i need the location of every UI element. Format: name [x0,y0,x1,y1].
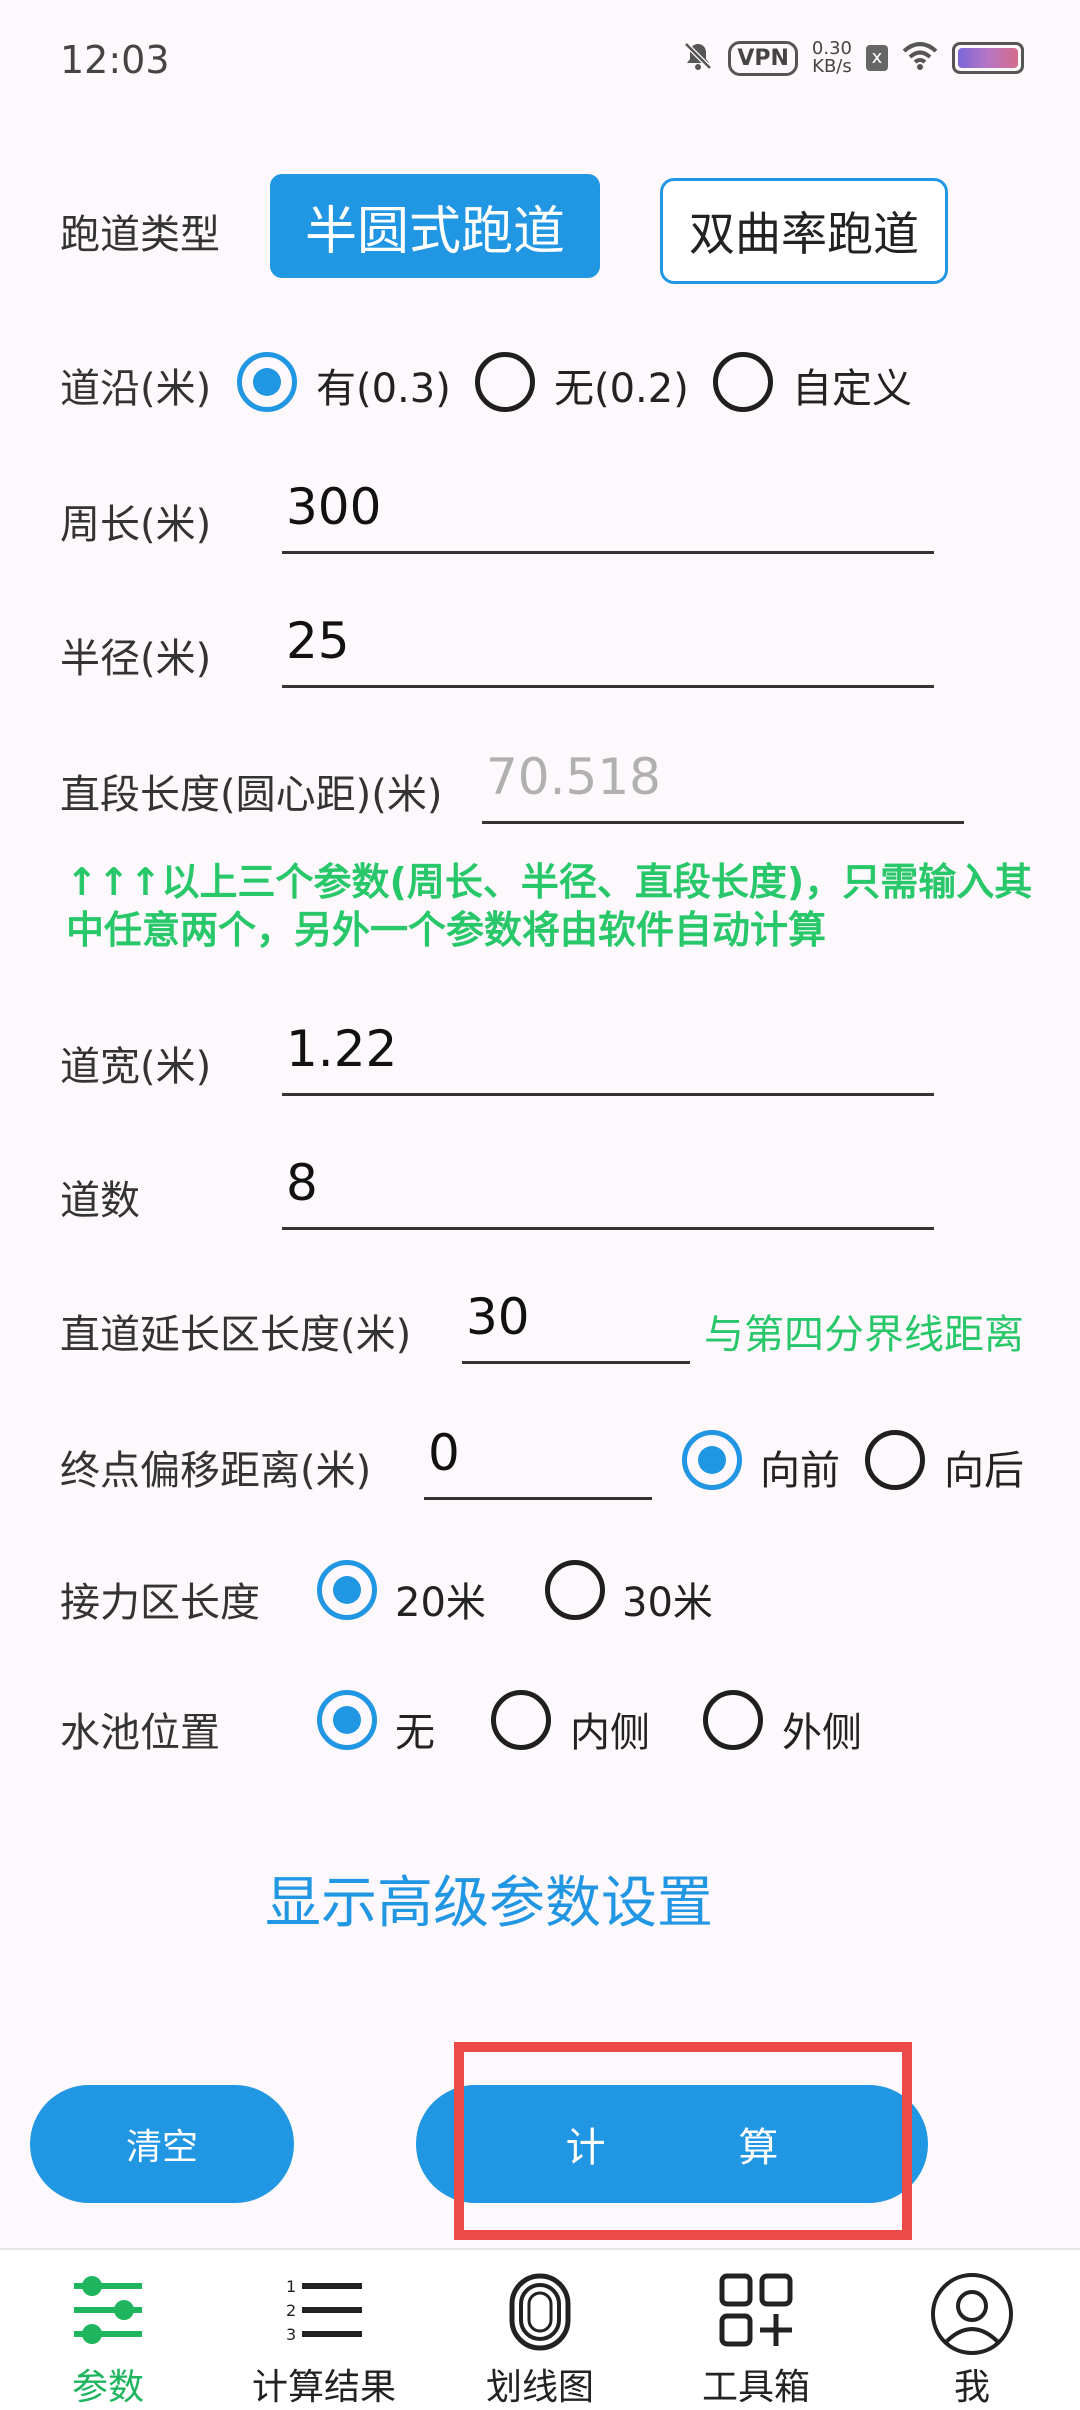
pool-none-radio[interactable] [317,1690,377,1750]
lane-width-input[interactable]: 1.22 [282,1020,934,1096]
finish-offset-label: 终点偏移距离(米) [60,1448,372,1494]
extension-input[interactable]: 30 [462,1288,690,1364]
curb-label: 道沿(米) [60,366,212,412]
nav-label-drawing: 划线图 [485,2367,594,2408]
curb-radio-no[interactable] [475,352,535,412]
x-badge-icon: x [866,45,888,71]
nav-label-params: 参数 [71,2367,144,2408]
clear-button[interactable]: 清空 [30,2085,294,2203]
relay-30-radio[interactable] [545,1560,605,1620]
pool-outer-option[interactable]: 外侧 [782,1700,862,1758]
finish-forward-radio[interactable] [682,1430,742,1490]
finish-backward-radio[interactable] [865,1430,925,1490]
curb-radio-yes[interactable] [237,352,297,412]
curb-option-custom[interactable]: 自定义 [792,356,912,414]
lane-width-label: 道宽(米) [60,1044,212,1090]
svg-text:1: 1 [286,2277,296,2296]
pool-none-option[interactable]: 无 [395,1700,435,1758]
track-type-label: 跑道类型 [60,212,220,258]
relay-20-radio[interactable] [317,1560,377,1620]
extension-label: 直道延长区长度(米) [60,1312,412,1358]
extension-hint: 与第四分界线距离 [704,1312,1024,1358]
nav-item-me[interactable]: 我 [864,2250,1080,2410]
finish-forward-option[interactable]: 向前 [760,1438,840,1496]
status-icons: VPN 0.30 KB/s x [682,40,1024,76]
pool-outer-radio[interactable] [703,1690,763,1750]
status-time: 12:03 [60,38,170,82]
curb-radio-custom[interactable] [713,352,773,412]
nav-label-toolbox: 工具箱 [701,2367,810,2408]
pool-inner-option[interactable]: 内侧 [570,1700,650,1758]
nav-item-params[interactable]: 参数 [0,2250,216,2410]
parameter-hint: ↑↑↑以上三个参数(周长、半径、直段长度)，只需输入其中任意两个，另外一个参数将… [66,860,1033,952]
semicircular-track-button[interactable]: 半圆式跑道 [270,174,600,278]
finish-backward-option[interactable]: 向后 [944,1438,1024,1496]
wifi-icon [902,41,938,75]
mute-bell-icon [682,40,714,76]
battery-icon [952,42,1024,74]
vpn-badge: VPN [728,40,798,76]
relay-30-option[interactable]: 30米 [622,1570,713,1628]
lanes-label: 道数 [60,1178,140,1224]
nav-item-drawing[interactable]: 划线图 [432,2250,648,2410]
net-speed: 0.30 KB/s [812,40,852,76]
sliders-icon [70,2272,146,2352]
relay-label: 接力区长度 [60,1580,260,1626]
bottom-nav: 参数 1 2 3 计算结果 划线图 工具箱 我 [0,2248,1080,2410]
nav-item-results[interactable]: 1 2 3 计算结果 [216,2250,432,2410]
relay-20-option[interactable]: 20米 [395,1570,486,1628]
track-icon [508,2272,572,2356]
net-speed-unit: KB/s [812,56,852,77]
nav-item-toolbox[interactable]: 工具箱 [648,2250,864,2410]
curb-option-yes[interactable]: 有(0.3) [316,356,451,414]
pool-label: 水池位置 [60,1710,220,1756]
user-avatar-icon [930,2272,1014,2360]
perimeter-label: 周长(米) [60,502,212,548]
pool-inner-radio[interactable] [491,1690,551,1750]
straight-length-input[interactable]: 70.518 [482,748,964,824]
highlight-box [454,2042,912,2240]
svg-text:3: 3 [286,2325,296,2344]
show-advanced-settings-link[interactable]: 显示高级参数设置 [265,1858,713,1939]
nav-label-me: 我 [953,2367,990,2408]
svg-text:2: 2 [286,2301,296,2320]
radius-label: 半径(米) [60,636,212,682]
straight-length-label: 直段长度(圆心距)(米) [60,772,443,818]
curb-option-no[interactable]: 无(0.2) [554,356,689,414]
radius-input[interactable]: 25 [282,612,934,688]
numbered-list-icon: 1 2 3 [284,2272,364,2352]
nav-label-results: 计算结果 [251,2367,396,2408]
perimeter-input[interactable]: 300 [282,478,934,554]
lanes-input[interactable]: 8 [282,1154,934,1230]
finish-offset-input[interactable]: 0 [424,1424,652,1500]
double-curvature-track-button[interactable]: 双曲率跑道 [660,178,948,284]
toolbox-grid-icon [718,2272,794,2352]
